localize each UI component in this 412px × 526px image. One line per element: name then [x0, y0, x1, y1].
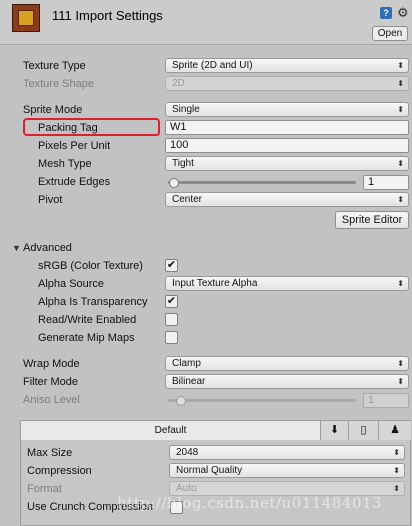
dropdown-arrow-icon: ⬍	[397, 359, 404, 368]
packing-tag-highlight	[23, 118, 160, 136]
aniso-level-slider-track	[168, 399, 356, 402]
generate-mip-maps-label: Generate Mip Maps	[38, 332, 135, 344]
pixels-per-unit-input[interactable]: 100	[165, 138, 409, 153]
max-size-dropdown[interactable]: 2048 ⬍	[169, 445, 405, 460]
watermark-text: http://blog.csdn.net/u011484013	[117, 494, 383, 512]
open-button[interactable]: Open	[372, 26, 408, 41]
texture-shape-value: 2D	[172, 78, 185, 89]
format-value: Auto	[176, 483, 197, 494]
download-icon: ⬇	[329, 424, 340, 436]
dropdown-arrow-icon: ⬍	[393, 466, 400, 475]
filter-mode-label: Filter Mode	[23, 376, 79, 388]
dropdown-arrow-icon: ⬍	[393, 484, 400, 493]
dropdown-arrow-icon: ⬍	[397, 105, 404, 114]
filter-mode-value: Bilinear	[172, 376, 206, 387]
android-icon: ♟	[390, 424, 400, 436]
pivot-dropdown[interactable]: Center ⬍	[165, 192, 409, 207]
wrap-mode-value: Clamp	[172, 358, 201, 369]
tab-android[interactable]: ♟	[379, 421, 411, 440]
dropdown-arrow-icon: ⬍	[397, 279, 404, 288]
wrap-mode-label: Wrap Mode	[23, 358, 80, 370]
texture-asset-icon-inner	[18, 10, 34, 26]
max-size-value: 2048	[176, 447, 199, 458]
compression-value: Normal Quality	[176, 465, 243, 476]
aniso-level-slider-thumb	[176, 396, 187, 406]
dropdown-arrow-icon: ⬍	[397, 195, 404, 204]
read-write-label: Read/Write Enabled	[38, 314, 137, 326]
texture-type-label: Texture Type	[23, 60, 86, 72]
help-book-icon[interactable]: ?	[380, 7, 392, 19]
alpha-is-transparency-checkbox[interactable]: ✔	[165, 295, 178, 308]
compression-label: Compression	[27, 465, 92, 477]
inspector-title: 111 Import Settings	[52, 8, 163, 23]
advanced-foldout-label[interactable]: Advanced	[23, 240, 72, 256]
alpha-source-value: Input Texture Alpha	[172, 278, 258, 289]
pivot-label: Pivot	[38, 194, 63, 206]
tab-standalone[interactable]: ⬇	[321, 421, 349, 440]
compression-dropdown[interactable]: Normal Quality ⬍	[169, 463, 405, 478]
tab-default[interactable]: Default	[21, 421, 321, 440]
aniso-level-label: Aniso Level	[23, 394, 80, 406]
texture-shape-dropdown: 2D ⬍	[165, 76, 409, 91]
pivot-value: Center	[172, 194, 203, 205]
dropdown-arrow-icon: ⬍	[397, 159, 404, 168]
mesh-type-dropdown[interactable]: Tight ⬍	[165, 156, 409, 171]
gear-icon[interactable]: ⚙	[397, 5, 409, 21]
read-write-checkbox[interactable]	[165, 313, 178, 326]
packing-tag-input[interactable]: W1	[165, 120, 409, 135]
format-label: Format	[27, 483, 62, 495]
dropdown-arrow-icon: ⬍	[397, 79, 404, 88]
sprite-mode-label: Sprite Mode	[23, 104, 83, 116]
extrude-edges-slider-track[interactable]	[168, 181, 356, 184]
srgb-checkbox[interactable]: ✔	[165, 259, 178, 272]
pixels-per-unit-label: Pixels Per Unit	[38, 140, 111, 152]
texture-type-value: Sprite (2D and UI)	[172, 60, 253, 71]
aniso-level-input: 1	[363, 393, 409, 408]
phone-icon: ▯	[360, 424, 367, 436]
mesh-type-label: Mesh Type	[38, 158, 92, 170]
dropdown-arrow-icon: ⬍	[397, 377, 404, 386]
filter-mode-dropdown[interactable]: Bilinear ⬍	[165, 374, 409, 389]
tab-ios[interactable]: ▯	[349, 421, 379, 440]
generate-mip-maps-checkbox[interactable]	[165, 331, 178, 344]
dropdown-arrow-icon: ⬍	[393, 448, 400, 457]
alpha-source-label: Alpha Source	[38, 278, 105, 290]
foldout-expanded-icon[interactable]: ▼	[12, 243, 21, 253]
sprite-mode-dropdown[interactable]: Single ⬍	[165, 102, 409, 117]
sprite-mode-value: Single	[172, 104, 200, 115]
wrap-mode-dropdown[interactable]: Clamp ⬍	[165, 356, 409, 371]
texture-shape-label: Texture Shape	[23, 78, 94, 90]
mesh-type-value: Tight	[172, 158, 194, 169]
dropdown-arrow-icon: ⬍	[397, 61, 404, 70]
sprite-editor-button[interactable]: Sprite Editor	[335, 211, 409, 229]
extrude-edges-label: Extrude Edges	[38, 176, 111, 188]
srgb-label: sRGB (Color Texture)	[38, 260, 143, 272]
texture-type-dropdown[interactable]: Sprite (2D and UI) ⬍	[165, 58, 409, 73]
texture-asset-icon	[12, 4, 40, 32]
alpha-source-dropdown[interactable]: Input Texture Alpha ⬍	[165, 276, 409, 291]
max-size-label: Max Size	[27, 447, 73, 459]
extrude-edges-input[interactable]: 1	[363, 175, 409, 190]
alpha-is-transparency-label: Alpha Is Transparency	[38, 296, 148, 308]
extrude-edges-slider-thumb[interactable]	[168, 178, 179, 188]
